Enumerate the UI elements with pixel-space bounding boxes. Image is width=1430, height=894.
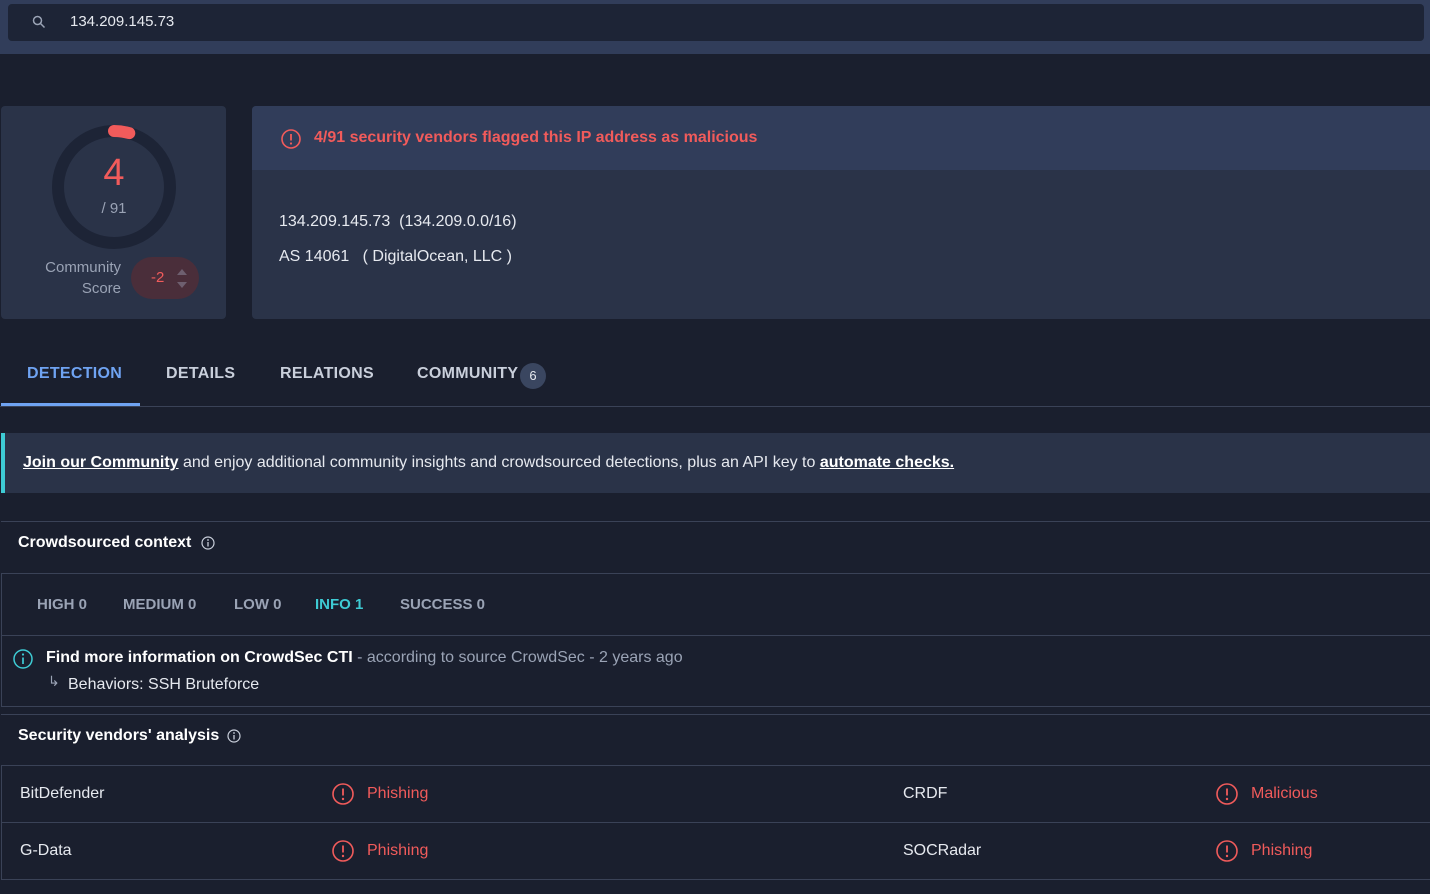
detection-score-card: 4 / 91 Community Score -2 [1,106,226,319]
search-bar[interactable]: 134.209.145.73 [8,4,1424,41]
vote-up-icon[interactable] [177,269,187,275]
vendors-header: Security vendors' analysis [1,714,1430,758]
table-row: G-Data Phishing SOCRadar Phishing [1,823,1430,880]
alert-text: 4/91 security vendors flagged this IP ad… [314,129,758,146]
crowdsourced-header: Crowdsourced context [1,521,1430,565]
search-icon [32,15,46,29]
behaviors-text: Behaviors: SSH Bruteforce [68,676,260,693]
info-icon[interactable] [201,536,215,550]
vendor-name: SOCRadar [903,842,982,859]
severity-low[interactable]: LOW 0 [234,596,282,613]
severity-medium[interactable]: MEDIUM 0 [123,596,196,613]
community-score-value: -2 [151,269,165,286]
vendor-result: Phishing [367,842,429,859]
automate-checks-link[interactable]: automate checks. [820,454,954,471]
table-row: BitDefender Phishing CRDF Malicious [1,766,1430,823]
malicious-alert: 4/91 security vendors flagged this IP ad… [252,106,1430,170]
info-circle-icon [13,649,33,669]
crowdsec-entry[interactable]: Find more information on CrowdSec CTI - … [46,649,683,667]
search-input[interactable]: 134.209.145.73 [70,13,174,30]
severity-success[interactable]: SUCCESS 0 [400,596,485,613]
sub-arrow-icon: ↳ [48,673,60,689]
crowdsourced-context: HIGH 0 MEDIUM 0 LOW 0 INFO 1 SUCCESS 0 F… [1,573,1430,707]
vendor-result: Phishing [367,785,429,802]
tab-details[interactable]: DETAILS [166,365,235,383]
tab-detection[interactable]: DETECTION [27,365,122,383]
alert-circle-icon [1216,783,1238,805]
active-tab-indicator [1,403,140,406]
severity-info[interactable]: INFO 1 [315,596,363,613]
divider [2,635,1430,636]
tab-relations[interactable]: RELATIONS [280,365,374,383]
top-bar: 134.209.145.73 [0,0,1430,54]
join-community-link[interactable]: Join our Community [23,454,179,471]
as-owner: AS 14061 ( DigitalOcean, LLC ) [279,248,513,265]
alert-circle-icon [281,129,301,149]
vote-down-icon[interactable] [177,282,187,288]
banner-text: Join our Community and enjoy additional … [23,454,955,471]
community-score-label: Community Score [45,259,121,297]
vendor-result: Phishing [1251,842,1313,859]
info-icon[interactable] [227,729,241,743]
report-tabs: DETECTION DETAILS RELATIONS COMMUNITY 6 [0,346,1430,407]
alert-circle-icon [332,783,354,805]
community-score-pill: -2 [131,257,199,299]
alert-circle-icon [1216,840,1238,862]
tab-community[interactable]: COMMUNITY [417,365,518,383]
community-count-badge: 6 [520,363,546,389]
detection-count: 4 [103,152,125,194]
severity-high[interactable]: HIGH 0 [37,596,87,613]
alert-circle-icon [332,840,354,862]
vendor-name: G-Data [20,842,72,859]
vendor-result: Malicious [1251,785,1318,802]
section-title: Crowdsourced context [18,534,192,551]
community-banner: Join our Community and enjoy additional … [1,433,1430,493]
vendor-name: CRDF [903,785,948,802]
detection-total: / 91 [101,200,127,217]
vendor-name: BitDefender [20,785,105,802]
vendors-table: BitDefender Phishing CRDF Malicious G-Da… [1,765,1430,880]
section-title: Security vendors' analysis [18,727,220,744]
ip-summary-card: 4/91 security vendors flagged this IP ad… [252,106,1430,319]
ip-range: 134.209.145.73 (134.209.0.0/16) [279,213,517,230]
